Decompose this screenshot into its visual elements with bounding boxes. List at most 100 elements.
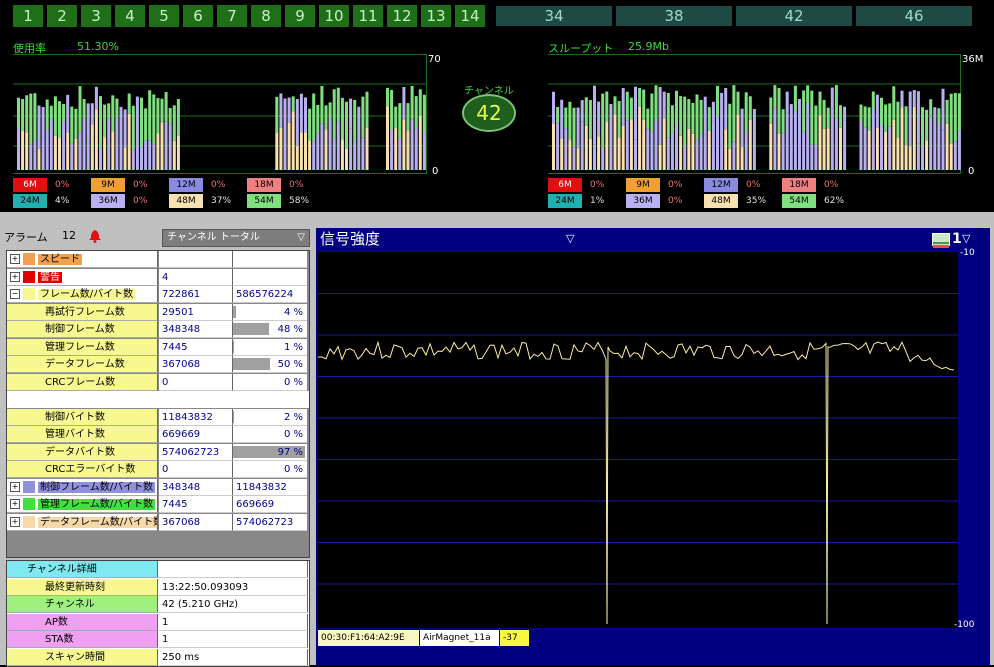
usage-min: 0: [432, 166, 439, 177]
channel-select-value: チャンネル トータル: [167, 232, 260, 243]
bar: [123, 109, 127, 170]
group-label[interactable]: 制御フレーム数/バイト数: [38, 481, 156, 493]
channel-button-3[interactable]: 3: [81, 5, 111, 27]
channel-button-4[interactable]: 4: [115, 5, 145, 27]
channel-button-8[interactable]: 8: [251, 5, 281, 27]
channel-total-select[interactable]: チャンネル トータル ▽: [162, 229, 310, 247]
bar: [859, 104, 863, 170]
rate-54M: 54M: [782, 194, 816, 208]
graph-icon[interactable]: [932, 233, 950, 248]
percent-bar: [233, 358, 270, 370]
chevron-down-icon[interactable]: ▽: [962, 228, 970, 250]
channel-button-6[interactable]: 6: [183, 5, 213, 27]
percent-text: 4 %: [283, 306, 303, 318]
signal-ssid[interactable]: AirMagnet_11a: [420, 630, 499, 646]
percent-text: 2 %: [283, 411, 303, 423]
bar: [617, 101, 621, 170]
expand-icon[interactable]: −: [10, 289, 20, 299]
bar: [41, 106, 45, 170]
rate-54M: 54M: [247, 194, 281, 208]
bar: [863, 106, 867, 170]
expand-icon[interactable]: +: [10, 271, 20, 282]
rate-pct-24M: 4%: [55, 196, 70, 206]
channel-button-1[interactable]: 1: [13, 5, 43, 27]
alarm-label: アラーム: [4, 231, 48, 244]
signal-footer: 00:30:F1:64:A2:9E AirMagnet_11a -37: [316, 628, 990, 650]
channel-button-13[interactable]: 13: [421, 5, 451, 27]
bar: [312, 93, 316, 170]
stats-row: − フレーム数/バイト数 722861 586576224: [7, 286, 309, 303]
bar: [843, 106, 847, 170]
bar: [613, 96, 617, 170]
chevron-down-icon[interactable]: ▽: [566, 228, 574, 250]
group-label[interactable]: 警告: [38, 271, 62, 283]
bar: [609, 104, 613, 170]
signal-mac[interactable]: 00:30:F1:64:A2:9E: [318, 630, 419, 646]
detail-row: AP数 1: [7, 613, 309, 631]
expand-icon[interactable]: +: [10, 254, 20, 264]
bar: [406, 103, 410, 170]
stats-value: 348348: [159, 321, 233, 338]
channel-button-10[interactable]: 10: [319, 5, 349, 27]
channel-button-38[interactable]: 38: [616, 6, 732, 26]
expand-icon[interactable]: +: [10, 499, 20, 509]
channel-button-9[interactable]: 9: [285, 5, 315, 27]
bell-icon[interactable]: [88, 228, 102, 243]
channel-button-11[interactable]: 11: [353, 5, 383, 27]
bar: [160, 98, 164, 170]
bar: [871, 91, 875, 170]
expand-icon[interactable]: +: [10, 481, 20, 492]
stats-value2: 97 %: [233, 443, 307, 461]
detail-row: スキャン時間 250 ms: [7, 648, 309, 666]
channel-button-2[interactable]: 2: [47, 5, 77, 27]
stats-value: 348348: [159, 478, 233, 496]
sub-label: データフレーム数: [45, 359, 125, 370]
stats-value: 367068: [159, 356, 233, 373]
bar: [386, 87, 389, 170]
category-icon: [23, 270, 35, 283]
rate-24M: 24M: [13, 194, 47, 208]
bar: [90, 103, 94, 170]
rate-pct-12M: 0%: [746, 180, 761, 190]
stats-label: 制御バイト数: [7, 408, 158, 426]
bar: [295, 98, 299, 170]
channel-button-7[interactable]: 7: [217, 5, 247, 27]
channel-bar: 1 2 3 4 5 6 7 8 9 10 11 12 13 14 34 38 42 46: [0, 0, 994, 32]
bar: [793, 85, 797, 170]
sub-label: 再試行フレーム数: [45, 306, 125, 318]
bar: [748, 96, 752, 170]
stats-value2: 2 %: [233, 408, 307, 426]
throughput-max: 36M: [962, 54, 984, 65]
rate-pct-6M: 0%: [55, 180, 70, 190]
stats-row: + 制御フレーム数/バイト数 348348 11843832: [7, 478, 309, 496]
bar: [25, 95, 29, 170]
channel-button-5[interactable]: 5: [149, 5, 179, 27]
expand-icon[interactable]: +: [10, 516, 20, 527]
rate-12M: 12M: [704, 178, 738, 192]
bar: [929, 99, 933, 170]
bar: [33, 93, 37, 170]
group-label[interactable]: フレーム数/バイト数: [38, 289, 136, 300]
stats-label: 再試行フレーム数: [7, 303, 158, 321]
bar: [699, 99, 703, 170]
detail-value: [159, 561, 308, 578]
group-label[interactable]: スピード: [38, 254, 82, 265]
bar: [896, 101, 900, 170]
stats-label: 制御フレーム数: [7, 321, 158, 338]
channel-button-46[interactable]: 46: [856, 6, 972, 26]
channel-button-34[interactable]: 34: [496, 6, 612, 26]
channel-button-12[interactable]: 12: [387, 5, 417, 27]
signal-dbm: -37: [500, 630, 529, 646]
sub-label: 管理バイト数: [45, 429, 105, 440]
channel-button-14[interactable]: 14: [455, 5, 485, 27]
channel-button-42[interactable]: 42: [736, 6, 852, 26]
group-label[interactable]: データフレーム数/バイト数: [38, 516, 157, 528]
rate-9M: 9M: [626, 178, 660, 192]
bar: [78, 86, 82, 170]
group-label[interactable]: 管理フレーム数/バイト数: [38, 499, 156, 510]
bar: [658, 87, 662, 170]
rate-pct-6M: 0%: [590, 180, 605, 190]
signal-trace: [318, 340, 955, 625]
category-icon: [23, 498, 35, 510]
category-icon: [23, 480, 35, 493]
